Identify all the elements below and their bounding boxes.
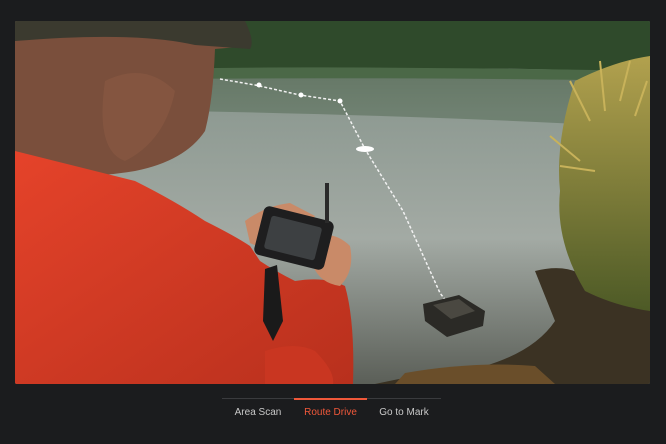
tab-route-drive[interactable]: Route Drive	[294, 398, 367, 428]
page-frame: Area Scan Route Drive Go to Mark	[0, 0, 666, 444]
tab-go-to-mark[interactable]: Go to Mark	[367, 398, 441, 428]
hero-illustration	[15, 21, 650, 384]
route-waypoint	[356, 146, 374, 152]
hero-image	[15, 21, 650, 384]
mode-tabs: Area Scan Route Drive Go to Mark	[222, 398, 441, 428]
tab-area-scan[interactable]: Area Scan	[222, 398, 294, 428]
